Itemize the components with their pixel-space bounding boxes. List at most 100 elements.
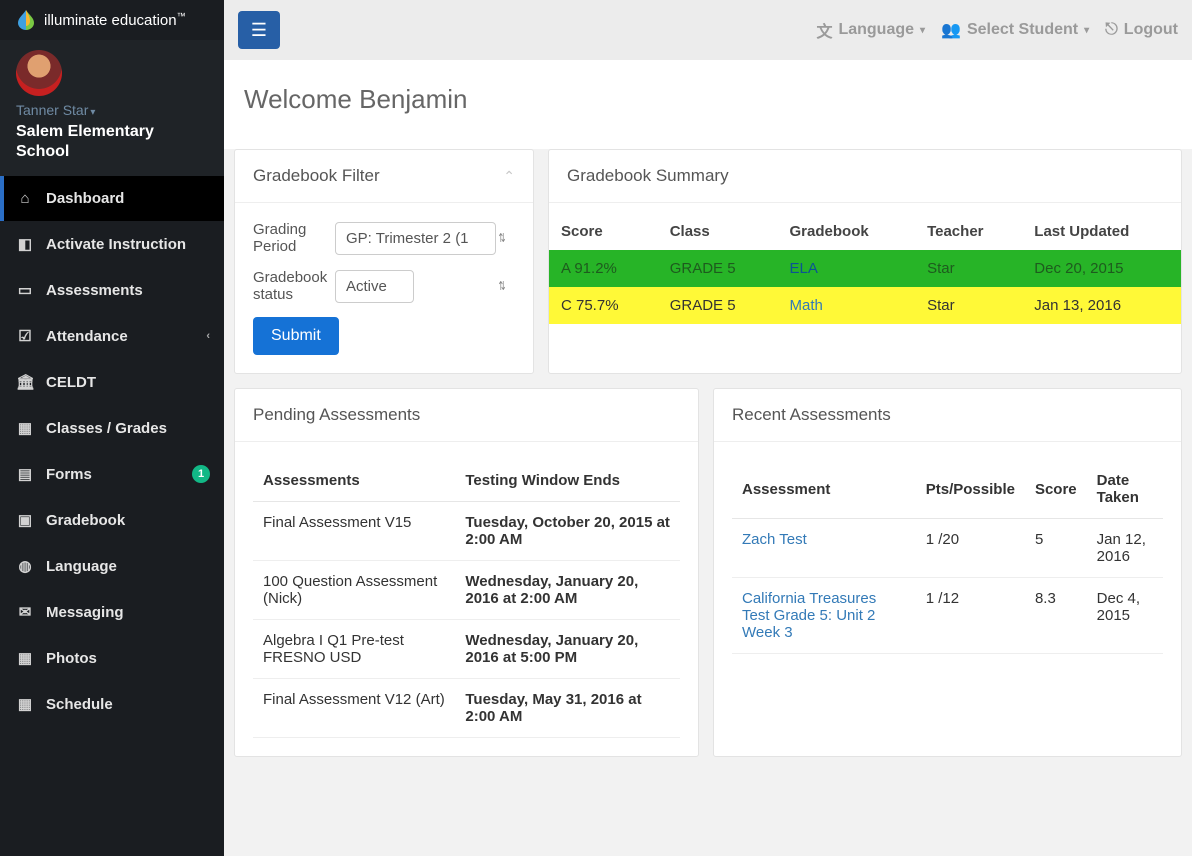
cell-date: Jan 12, 2016 [1087, 519, 1163, 578]
nav-label: Messaging [46, 604, 124, 621]
nav-label: Photos [46, 650, 97, 667]
col-assessment: Assessment [732, 460, 916, 519]
recent-tbody: Zach Test1 /205Jan 12, 2016California Tr… [732, 519, 1163, 654]
summary-tbody: A 91.2%GRADE 5ELAStarDec 20, 2015C 75.7%… [549, 250, 1181, 324]
logout-button[interactable]: ⎋ Logout [1105, 21, 1178, 39]
menu-toggle-button[interactable]: ☰ [238, 11, 280, 49]
col-teacher: Teacher [915, 213, 1022, 250]
submit-button[interactable]: Submit [253, 317, 339, 355]
nav-label: Activate Instruction [46, 236, 186, 253]
nav-icon: ▭ [16, 281, 34, 299]
nav-label: Dashboard [46, 190, 124, 207]
recent-assessments-panel: Recent Assessments Assessment Pts/Possib… [713, 388, 1182, 757]
brand-logo-icon [14, 8, 38, 32]
recent-row: Zach Test1 /205Jan 12, 2016 [732, 519, 1163, 578]
sidebar-item-schedule[interactable]: ▦ Schedule [0, 681, 224, 727]
nav-label: Language [46, 558, 117, 575]
nav-label: Attendance [46, 328, 128, 345]
pending-row: Final Assessment V12 (Art)Tuesday, May 3… [253, 679, 680, 738]
cell-updated: Dec 20, 2015 [1022, 250, 1181, 287]
nav: ⌂Dashboard◧Activate Instruction▭Assessme… [0, 176, 224, 727]
translate-icon: ⽂ [816, 18, 832, 42]
sidebar-item-assessments[interactable]: ▭Assessments [0, 267, 224, 313]
users-icon: 👥 [941, 20, 961, 40]
page-header: Welcome Benjamin [224, 60, 1192, 149]
sidebar-item-messaging[interactable]: ✉Messaging [0, 589, 224, 635]
panel-title: Recent Assessments [732, 405, 891, 425]
grading-period-select[interactable]: GP: Trimester 2 (1 [335, 222, 496, 255]
sidebar-item-activate-instruction[interactable]: ◧Activate Instruction [0, 221, 224, 267]
brand: illuminate education™ [0, 0, 224, 40]
cell-window-ends: Wednesday, January 20, 2016 at 5:00 PM [455, 620, 680, 679]
chevron-down-icon: ▾ [920, 25, 925, 36]
user-display-name: Tanner Star [16, 102, 88, 118]
cell-class: GRADE 5 [658, 250, 778, 287]
sidebar-item-dashboard[interactable]: ⌂Dashboard [0, 176, 224, 221]
sidebar: illuminate education™ Tanner Star▾ Salem… [0, 0, 224, 856]
badge: 1 [192, 465, 210, 483]
summary-row: A 91.2%GRADE 5ELAStarDec 20, 2015 [549, 250, 1181, 287]
grading-period-label: Grading Period [253, 221, 325, 255]
avatar[interactable] [16, 50, 62, 96]
nav-icon: ☑ [16, 327, 34, 345]
cell-date: Dec 4, 2015 [1087, 578, 1163, 654]
nav-icon: ◍ [16, 557, 34, 575]
col-pts: Pts/Possible [916, 460, 1025, 519]
sidebar-item-language[interactable]: ◍ Language [0, 543, 224, 589]
pending-row: 100 Question Assessment (Nick)Wednesday,… [253, 561, 680, 620]
col-score: Score [549, 213, 658, 250]
cell-gradebook[interactable]: Math [778, 287, 916, 324]
gradebook-filter-panel: Gradebook Filter ⌃ Grading Period GP: Tr… [234, 149, 534, 374]
col-updated: Last Updated [1022, 213, 1181, 250]
nav-icon: ▤ [16, 465, 34, 483]
col-gradebook: Gradebook [778, 213, 916, 250]
cell-window-ends: Tuesday, May 31, 2016 at 2:00 AM [455, 679, 680, 738]
nav-icon: ▣ [16, 511, 34, 529]
hamburger-icon: ☰ [251, 20, 267, 41]
user-menu[interactable]: Tanner Star▾ [16, 102, 208, 118]
collapse-icon[interactable]: ⌃ [503, 168, 515, 185]
nav-label: Schedule [46, 696, 113, 713]
sidebar-item-gradebook[interactable]: ▣ Gradebook [0, 497, 224, 543]
chevron-down-icon: ▾ [1084, 25, 1089, 36]
recent-table: Assessment Pts/Possible Score Date Taken… [732, 460, 1163, 654]
cell-teacher: Star [915, 250, 1022, 287]
logout-icon: ⎋ [1105, 21, 1118, 39]
gradebook-status-select[interactable]: Active [335, 270, 414, 303]
pending-assessments-panel: Pending Assessments Assessments Testing … [234, 388, 699, 757]
nav-label: Forms [46, 466, 92, 483]
cell-name: Final Assessment V12 (Art) [253, 679, 455, 738]
sidebar-item-photos[interactable]: ▦ Photos [0, 635, 224, 681]
cell-name[interactable]: Zach Test [732, 519, 916, 578]
school-name: Salem Elementary School [16, 122, 208, 162]
cell-class: GRADE 5 [658, 287, 778, 324]
sidebar-item-celdt[interactable]: 🏛CELDT [0, 359, 224, 405]
nav-icon: ▦ [16, 649, 34, 667]
cell-gradebook[interactable]: ELA [778, 250, 916, 287]
language-menu[interactable]: ⽂ Language ▾ [816, 18, 925, 42]
cell-score: C 75.7% [549, 287, 658, 324]
pending-row: Algebra I Q1 Pre-test FRESNO USDWednesda… [253, 620, 680, 679]
chevron-down-icon: ▾ [90, 107, 95, 118]
language-label: Language [838, 21, 914, 39]
sidebar-item-forms[interactable]: ▤ Forms 1 [0, 451, 224, 497]
chevron-left-icon: ‹ [206, 330, 210, 342]
summary-row: C 75.7%GRADE 5MathStarJan 13, 2016 [549, 287, 1181, 324]
col-assessment: Assessments [253, 460, 455, 502]
cell-window-ends: Wednesday, January 20, 2016 at 2:00 AM [455, 561, 680, 620]
summary-table: Score Class Gradebook Teacher Last Updat… [549, 213, 1181, 324]
sidebar-item-classes-grades[interactable]: ▦Classes / Grades [0, 405, 224, 451]
select-student-menu[interactable]: 👥 Select Student ▾ [941, 20, 1089, 40]
main: ☰ ⽂ Language ▾ 👥 Select Student ▾ ⎋ Logo… [224, 0, 1192, 856]
col-score: Score [1025, 460, 1087, 519]
col-class: Class [658, 213, 778, 250]
sidebar-item-attendance[interactable]: ☑ Attendance ‹ [0, 313, 224, 359]
nav-label: Gradebook [46, 512, 125, 529]
nav-icon: ▦ [16, 695, 34, 713]
panel-title: Gradebook Filter [253, 166, 380, 186]
pending-table: Assessments Testing Window Ends Final As… [253, 460, 680, 738]
cell-name[interactable]: California Treasures Test Grade 5: Unit … [732, 578, 916, 654]
cell-name: Final Assessment V15 [253, 502, 455, 561]
col-window-ends: Testing Window Ends [455, 460, 680, 502]
user-box: Tanner Star▾ Salem Elementary School [0, 40, 224, 176]
